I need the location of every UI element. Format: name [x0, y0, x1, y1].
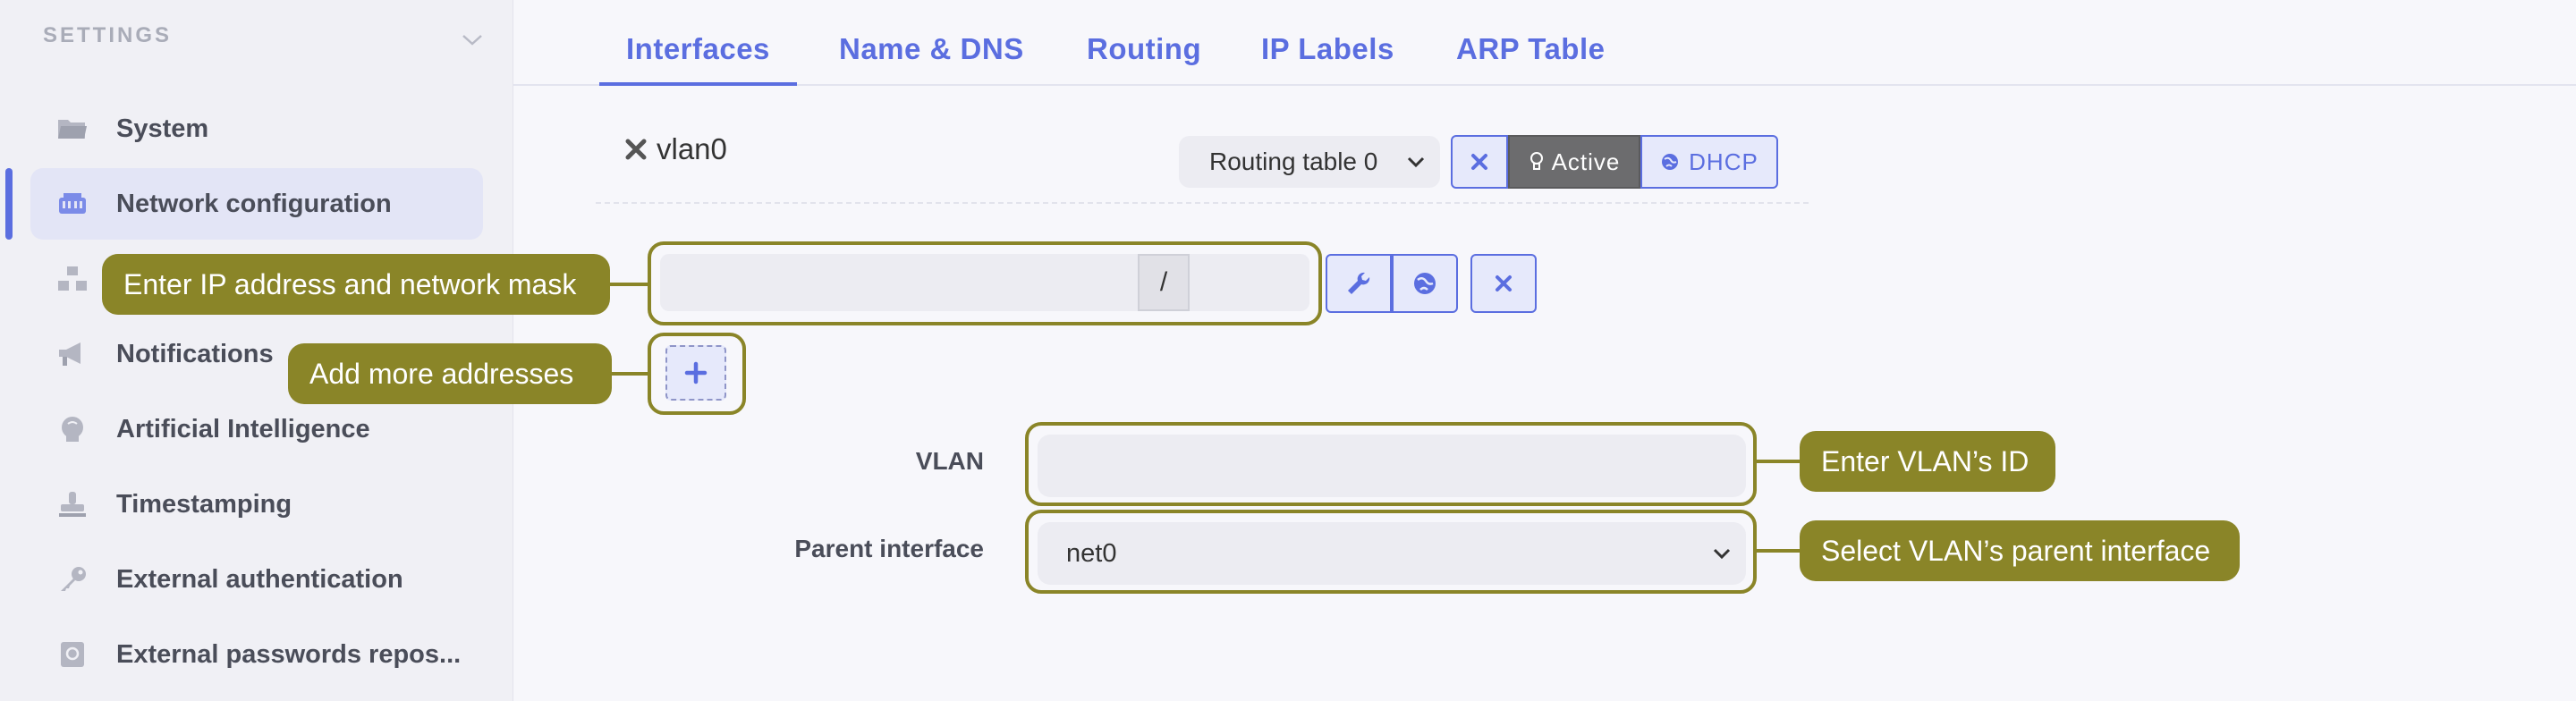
chevron-down-icon: [1713, 548, 1731, 560]
sidebar-item-external-authentication[interactable]: External authentication: [30, 544, 483, 615]
sidebar-item-external-passwords-repos[interactable]: External passwords repos...: [30, 619, 483, 690]
sidebar-item-artificial-intelligence[interactable]: Artificial Intelligence: [30, 393, 483, 465]
sidebar-item-system[interactable]: System: [30, 93, 483, 165]
active-button[interactable]: Active: [1508, 135, 1640, 189]
delete-icon[interactable]: [624, 138, 648, 161]
interface-state-buttons: Active DHCP: [1451, 135, 1778, 189]
mask-separator: /: [1138, 254, 1190, 311]
close-icon: [1471, 154, 1487, 170]
callout-leader: [610, 283, 648, 286]
close-icon: [1496, 275, 1512, 291]
add-address-button[interactable]: [665, 345, 726, 401]
globe-icon: [1414, 273, 1436, 294]
key-icon: [57, 564, 88, 595]
plus-icon: [684, 361, 708, 384]
parent-interface-label: Parent interface: [794, 535, 984, 562]
tab-routing[interactable]: Routing: [1087, 32, 1201, 66]
megaphone-icon: [57, 339, 88, 369]
vlan-label: VLAN: [915, 447, 984, 475]
tab-bar: Interfaces Name & DNS Routing IP Labels …: [513, 0, 2576, 86]
tab-interfaces[interactable]: Interfaces: [599, 32, 797, 86]
network-icon: [57, 189, 88, 219]
address-dhcp-button[interactable]: [1392, 254, 1458, 313]
active-label: Active: [1551, 148, 1621, 175]
ip-address-input[interactable]: [660, 254, 1138, 311]
divider: [596, 202, 1809, 204]
hierarchy-icon: [57, 264, 88, 294]
tab-arp-table[interactable]: ARP Table: [1456, 32, 1606, 66]
parent-interface-value: net0: [1066, 538, 1117, 568]
network-mask-input[interactable]: [1190, 254, 1309, 311]
vlan-id-input[interactable]: [1038, 435, 1746, 497]
globe-icon: [1662, 154, 1679, 170]
wrench-icon: [1348, 272, 1370, 294]
sidebar-item-label: System: [116, 114, 209, 143]
folder-icon: [57, 114, 88, 144]
callout-parent: Select VLAN’s parent interface: [1800, 520, 2240, 581]
remove-address-button[interactable]: [1470, 254, 1537, 313]
routing-table-value: Routing table 0: [1209, 148, 1378, 175]
callout-ip: Enter IP address and network mask: [102, 254, 610, 315]
dhcp-button[interactable]: DHCP: [1640, 135, 1778, 189]
tab-ip-labels[interactable]: IP Labels: [1261, 32, 1394, 66]
safe-icon: [57, 639, 88, 670]
brain-icon: [57, 414, 88, 444]
callout-leader: [612, 372, 648, 376]
callout-leader: [1757, 549, 1801, 553]
sidebar-item-label: Notifications: [116, 339, 274, 368]
disable-button[interactable]: [1451, 135, 1508, 189]
chevron-down-icon[interactable]: [460, 27, 485, 52]
dhcp-label: DHCP: [1689, 148, 1758, 175]
stamp-icon: [57, 489, 88, 519]
configure-address-button[interactable]: [1326, 254, 1392, 313]
sidebar-item-network-configuration[interactable]: Network configuration: [5, 168, 483, 240]
sidebar-heading: SETTINGS: [43, 23, 173, 47]
callout-vlan: Enter VLAN’s ID: [1800, 431, 2055, 492]
callout-leader: [1757, 460, 1801, 463]
sidebar-item-label: Network configuration: [116, 189, 392, 218]
chevron-down-icon: [1407, 156, 1425, 168]
interface-name: vlan0: [657, 132, 727, 165]
interface-title: vlan0: [624, 132, 727, 166]
lightbulb-icon: [1530, 152, 1543, 170]
sidebar-item-label: Timestamping: [116, 489, 292, 519]
routing-table-select[interactable]: Routing table 0: [1179, 136, 1440, 188]
sidebar-item-timestamping[interactable]: Timestamping: [30, 469, 483, 540]
sidebar-item-label: External passwords repos...: [116, 639, 462, 669]
sidebar-item-label: Artificial Intelligence: [116, 414, 370, 443]
parent-interface-select[interactable]: net0: [1038, 522, 1746, 585]
sidebar-item-label: External authentication: [116, 564, 403, 594]
callout-add: Add more addresses: [288, 343, 612, 404]
tab-name-dns[interactable]: Name & DNS: [839, 32, 1024, 66]
